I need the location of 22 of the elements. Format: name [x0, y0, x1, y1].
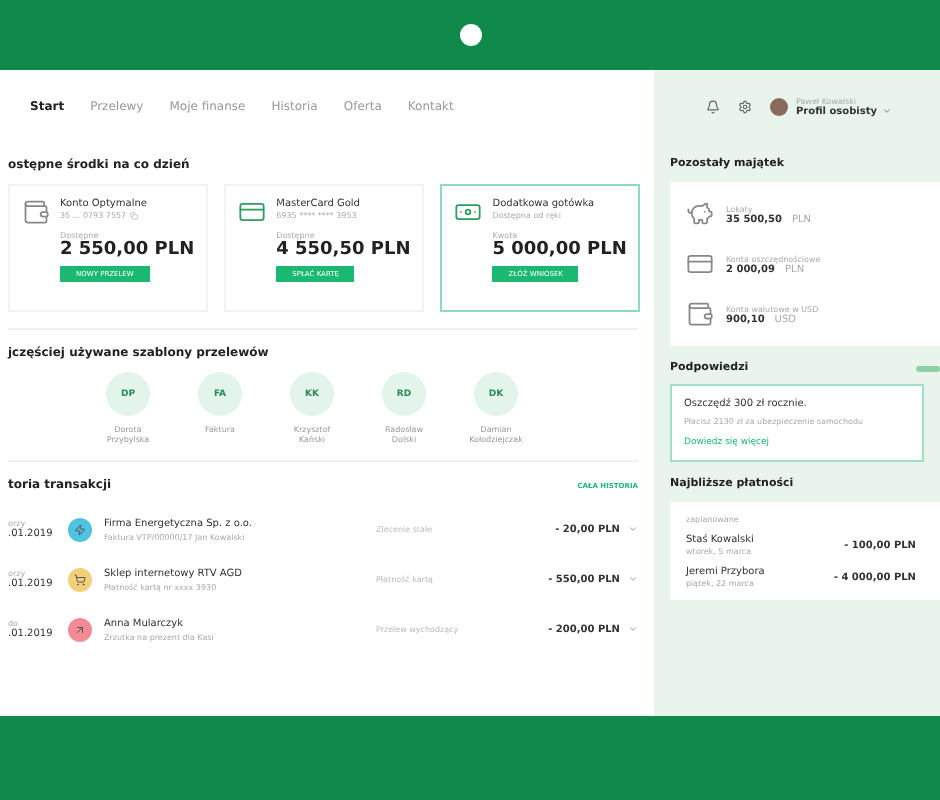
chevron-down-icon[interactable]	[628, 624, 638, 635]
balance-amount: 5 000,00 PLN	[492, 240, 627, 260]
settings-icon[interactable]	[738, 99, 752, 113]
piggy-bank-icon	[686, 200, 714, 228]
lightning-icon	[74, 523, 86, 536]
chevron-down-icon[interactable]	[628, 574, 638, 585]
arrow-icon	[74, 623, 86, 636]
chevron-down-icon[interactable]	[881, 106, 891, 116]
camera-dot	[459, 24, 481, 46]
balance-amount: 2 550,00 PLN	[60, 240, 195, 260]
avatar-circle	[770, 97, 788, 115]
balance-amount: 4 550,50 PLN	[276, 240, 411, 260]
wallet-icon	[22, 198, 50, 226]
bell-icon[interactable]	[706, 99, 720, 113]
copy-icon[interactable]	[130, 211, 139, 219]
wallet-icon	[686, 300, 714, 328]
cart-icon	[74, 573, 86, 586]
card-icon	[686, 250, 714, 278]
credit-card-icon	[238, 198, 267, 226]
tip-indicator	[916, 365, 940, 371]
banknote-icon	[454, 198, 483, 226]
chevron-down-icon[interactable]	[628, 524, 638, 535]
